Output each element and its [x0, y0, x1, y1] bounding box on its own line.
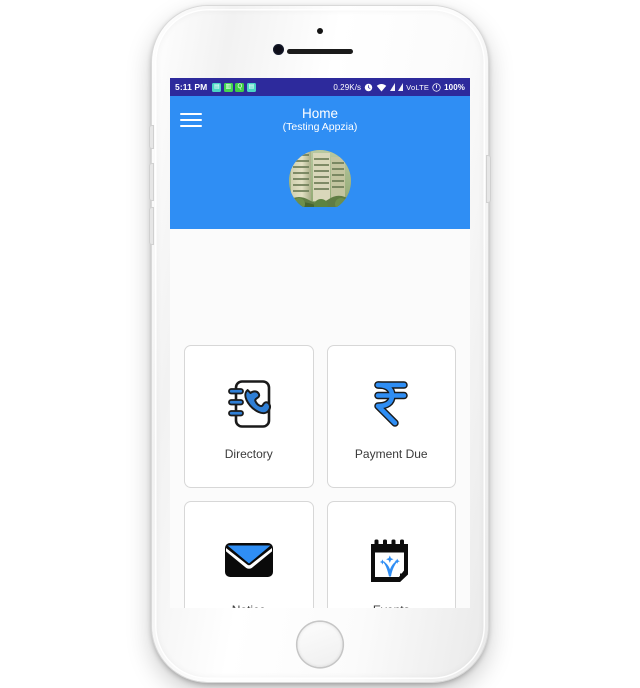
notification-app-3-icon: Q — [235, 82, 245, 92]
status-bar-time: 5:11 PM — [175, 82, 208, 92]
earpiece-speaker — [287, 49, 353, 54]
status-bar: 5:11 PM ▤ ▥ Q ▤ 0.29K/s VoLTE 100% — [170, 78, 470, 96]
apartment-building-photo — [289, 150, 351, 212]
alarm-icon — [364, 83, 373, 92]
calendar-fireworks-icon — [367, 529, 415, 591]
contact-book-phone-icon — [226, 373, 272, 435]
battery-icon — [432, 82, 441, 92]
home-button[interactable] — [297, 622, 343, 667]
page-subtitle: (Testing Appzia) — [282, 121, 358, 133]
app-bar-titles: Home (Testing Appzia) — [170, 106, 470, 134]
notification-app-1-icon: ▤ — [212, 82, 222, 92]
tile-label: Directory — [224, 446, 273, 461]
tile-directory[interactable]: Directory — [184, 345, 314, 488]
silent-switch[interactable] — [150, 126, 153, 148]
avatar[interactable] — [289, 150, 351, 212]
volte-label: VoLTE — [406, 82, 430, 92]
signal-icon-1 — [390, 83, 396, 91]
notification-app-4-icon: ▤ — [246, 82, 256, 92]
tile-label: Events — [373, 603, 410, 609]
phone-screen: 5:11 PM ▤ ▥ Q ▤ 0.29K/s VoLTE 100% Home … — [170, 78, 470, 608]
status-bar-right-cluster: 0.29K/s VoLTE 100% — [333, 83, 465, 92]
power-button[interactable] — [487, 156, 490, 202]
tile-scroll-area[interactable]: Directory Payment Due — [170, 207, 470, 608]
signal-icon-2 — [398, 83, 404, 91]
tile-label: Payment Due — [354, 446, 428, 461]
rupee-icon — [369, 373, 413, 435]
battery-percentage: 100% — [444, 82, 465, 92]
notification-app-2-icon: ▥ — [223, 82, 233, 92]
app-bar: Home (Testing Appzia) — [170, 96, 470, 144]
banner-blue-band — [170, 207, 470, 229]
tile-label: Notice — [232, 603, 266, 609]
phone-device-frame: 5:11 PM ▤ ▥ Q ▤ 0.29K/s VoLTE 100% Home … — [150, 6, 490, 682]
wifi-icon — [376, 83, 387, 92]
status-bar-notification-icons: ▤ ▥ Q ▤ — [212, 82, 256, 92]
volume-down-button[interactable] — [150, 208, 153, 244]
page-title: Home — [301, 106, 338, 121]
network-speed-text: 0.29K/s — [333, 82, 362, 92]
front-camera — [273, 44, 284, 55]
envelope-icon — [223, 529, 275, 591]
tile-notice[interactable]: Notice — [184, 501, 314, 608]
volume-up-button[interactable] — [150, 164, 153, 200]
proximity-sensor — [317, 28, 323, 34]
tile-events[interactable]: Events — [326, 501, 456, 609]
tile-payment-due[interactable]: Payment Due — [326, 345, 456, 488]
tile-grid: Directory Payment Due — [184, 345, 456, 608]
hamburger-menu-icon[interactable] — [180, 112, 202, 128]
